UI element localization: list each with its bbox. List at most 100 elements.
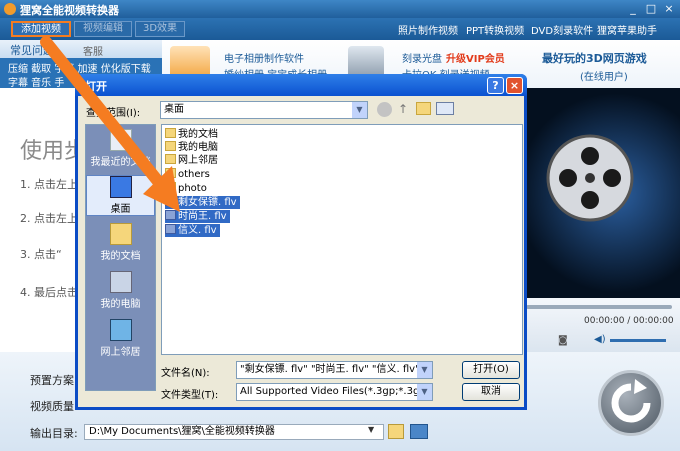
promo-burn-title[interactable]: 刻录光盘 (402, 50, 442, 65)
file-name: others (178, 169, 210, 180)
network-icon (109, 319, 132, 341)
chevron-down-icon: ▼ (352, 102, 367, 118)
refresh-icon (611, 379, 651, 423)
promo-game-title[interactable]: 最好玩的3D网页游戏 (542, 50, 647, 66)
file-item[interactable]: 剩女保镖. flv (165, 196, 240, 209)
ppt-video-link[interactable]: PPT转换视频 (466, 22, 524, 37)
edit-video-button[interactable]: 视频编辑 (74, 21, 132, 37)
place-desktop-label: 桌面 (110, 204, 131, 215)
file-name: 时尚王. flv (178, 211, 227, 222)
file-item[interactable]: others (165, 168, 213, 181)
place-mydocs-label: 我的文档 (100, 251, 141, 262)
lookin-value: 桌面 (164, 104, 184, 115)
place-mydocs[interactable]: 我的文档 (86, 223, 155, 262)
preset-label: 预置方案: (30, 374, 78, 387)
dialog-body: 查找范围(I): 桌面 ▼ ↑ 我最近的文档 桌面 我的文档 我的电脑 网上邻居 … (78, 96, 524, 407)
open-folder-icon[interactable] (410, 424, 428, 439)
app-logo-icon (4, 3, 16, 15)
lookin-label: 查找范围(I): (86, 108, 141, 119)
file-item[interactable]: 时尚王. flv (165, 210, 230, 223)
new-folder-icon[interactable] (416, 102, 431, 115)
file-item[interactable]: 我的文档 (165, 128, 221, 141)
folder-icon (165, 168, 176, 178)
open-button[interactable]: 打开(O) (462, 361, 520, 379)
folder-icon (165, 128, 176, 138)
filename-value: "剩女保镖. flv" "时尚王. flv" "信义. flv" (240, 364, 420, 375)
preview-player: 00:00:00 / 00:00:00 ◙ ◀) (520, 88, 680, 352)
faq-title[interactable]: 常见问题 (10, 42, 54, 58)
open-file-dialog: 打开 ? × 查找范围(I): 桌面 ▼ ↑ 我最近的文档 桌面 我的文档 我的电… (75, 74, 527, 410)
file-name: photo (178, 183, 207, 194)
add-video-button[interactable]: 添加视频 (11, 21, 71, 37)
promo-album-title[interactable]: 电子相册制作软件 (224, 50, 304, 65)
quality-label: 视频质量: (30, 400, 78, 413)
guide-step-1: 1. 点击左上 (20, 178, 78, 191)
file-item[interactable]: 网上邻居 (165, 154, 221, 167)
my-documents-icon (109, 223, 132, 245)
apple-helper-link[interactable]: 狸窝苹果助手 (597, 22, 657, 37)
filetype-select[interactable]: All Supported Video Files(*.3gp;*.3gp ▼ (236, 383, 433, 401)
photo-video-link[interactable]: 照片制作视频 (398, 22, 458, 37)
filename-input[interactable]: "剩女保镖. flv" "时尚王. flv" "信义. flv" ▼ (236, 361, 433, 379)
file-name: 信义. flv (178, 225, 217, 236)
volume-icon[interactable]: ◀) (594, 334, 606, 345)
folder-icon (165, 182, 176, 192)
player-controls: 00:00:00 / 00:00:00 ◙ ◀) (520, 298, 680, 352)
preview-screen (520, 88, 680, 298)
output-dropdown-arrow[interactable]: ▼ (368, 425, 374, 434)
place-recent-label: 我最近的文档 (90, 157, 151, 168)
place-recent[interactable]: 我最近的文档 (86, 129, 155, 168)
faq-links-row2[interactable]: 字幕 音乐 手 (8, 74, 64, 89)
view-menu-icon[interactable] (436, 102, 454, 115)
places-bar: 我最近的文档 桌面 我的文档 我的电脑 网上邻居 (85, 124, 156, 391)
dialog-close-button[interactable]: × (506, 77, 523, 94)
close-button[interactable]: × (662, 2, 676, 16)
chevron-down-icon: ▼ (417, 384, 432, 400)
promo-game-sub: (在线用户) (580, 72, 628, 83)
dialog-title-bar: 打开 ? × (75, 74, 527, 96)
app-title: 狸窝全能视频转换器 (20, 4, 119, 17)
faq-header: 常见问题 客服QQ876292449 (0, 40, 162, 69)
dialog-title: 打开 (85, 80, 107, 93)
place-mycomputer[interactable]: 我的电脑 (86, 271, 155, 310)
place-network[interactable]: 网上邻居 (86, 319, 155, 358)
filetype-label: 文件类型(T): (161, 390, 219, 401)
video-file-icon (165, 210, 176, 220)
desktop-icon (109, 176, 132, 198)
output-path-field[interactable]: D:\My Documents\狸窝\全能视频转换器 (84, 424, 384, 440)
folder-icon (165, 154, 176, 164)
chevron-down-icon: ▼ (417, 362, 432, 378)
file-item[interactable]: 我的电脑 (165, 141, 221, 154)
3d-effect-button[interactable]: 3D效果 (135, 21, 185, 37)
place-desktop[interactable]: 桌面 (86, 175, 155, 216)
place-mycomputer-label: 我的电脑 (100, 299, 141, 310)
cancel-button[interactable]: 取消 (462, 383, 520, 401)
video-file-icon (165, 224, 176, 234)
guide-step-3: 3. 点击“ (20, 248, 62, 261)
recent-docs-icon (109, 129, 132, 151)
maximize-button[interactable]: □ (644, 2, 658, 16)
dvd-burn-link[interactable]: DVD刻录软件 (531, 22, 593, 37)
promo-vip[interactable]: 升级VIP会员 (446, 50, 505, 65)
filetype-value: All Supported Video Files(*.3gp;*.3gp (240, 386, 426, 397)
time-readout: 00:00:00 / 00:00:00 (584, 316, 674, 326)
seek-bar[interactable] (526, 305, 672, 309)
file-item[interactable]: 信义. flv (165, 224, 220, 237)
title-bar: 狸窝全能视频转换器 _ □ × (0, 0, 680, 18)
camera-icon[interactable]: ◙ (558, 335, 568, 346)
browse-folder-icon[interactable] (388, 424, 404, 439)
faq-links-row1[interactable]: 压缩 截取 字幕 加速 优化版下载 (8, 60, 151, 75)
up-folder-icon[interactable]: ↑ (398, 102, 408, 116)
convert-button[interactable] (598, 370, 664, 436)
back-icon[interactable] (377, 102, 392, 117)
place-network-label: 网上邻居 (100, 347, 141, 358)
app-window: 狸窝全能视频转换器 _ □ × 添加视频 视频编辑 3D效果 照片制作视频 PP… (0, 0, 680, 451)
minimize-button[interactable]: _ (626, 2, 640, 16)
my-computer-icon (109, 271, 132, 293)
video-file-icon (165, 196, 176, 206)
lookin-combo[interactable]: 桌面 ▼ (160, 101, 368, 119)
dialog-help-button[interactable]: ? (487, 77, 504, 94)
file-item[interactable]: photo (165, 182, 210, 195)
guide-step-4: 4. 最后点击 (20, 286, 78, 299)
volume-slider[interactable] (610, 339, 666, 342)
